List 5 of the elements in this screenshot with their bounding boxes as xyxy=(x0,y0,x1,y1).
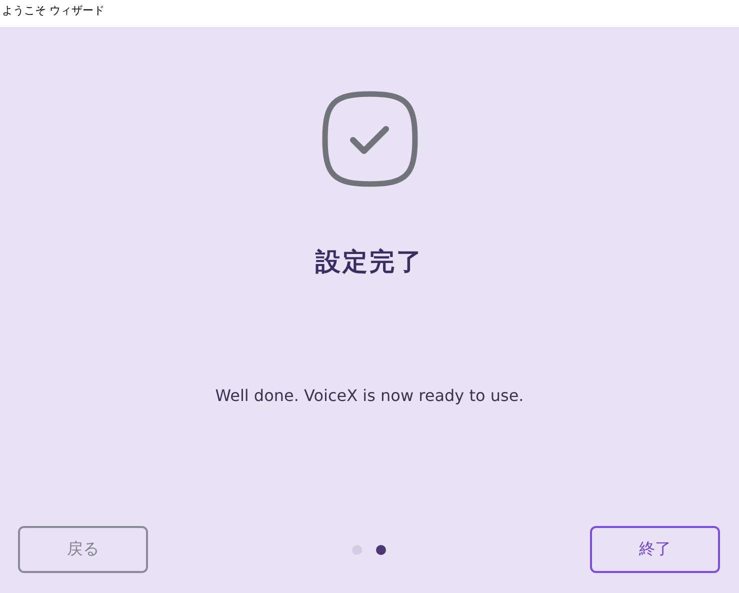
finish-button[interactable]: 終了 xyxy=(590,526,720,573)
heading: 設定完了 xyxy=(316,246,424,278)
checkmark-icon xyxy=(322,91,418,187)
window-title: ようこそ ウィザード xyxy=(2,3,104,18)
message: Well done. VoiceX is now ready to use. xyxy=(215,386,524,405)
